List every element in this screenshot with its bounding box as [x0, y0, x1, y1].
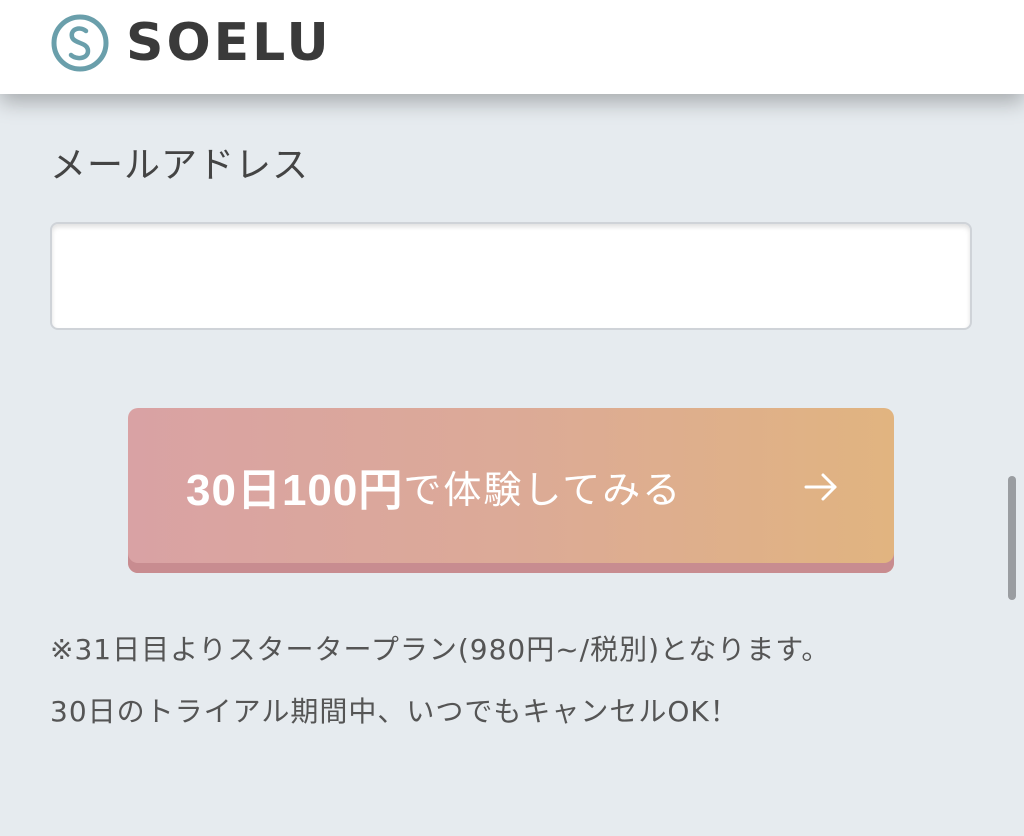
email-field[interactable] [50, 222, 972, 330]
trial-signup-button[interactable]: 30日100円 で体験してみる [128, 408, 894, 573]
logo[interactable]: SOELU [50, 12, 332, 74]
email-label: メールアドレス [50, 145, 310, 186]
arrow-right-icon [804, 473, 837, 501]
soelu-logo-icon [51, 14, 109, 72]
cancel-notice: 30日のトライアル期間中、いつでもキャンセルOK！ [50, 695, 739, 728]
cta-price-text: 30日100円 [186, 466, 404, 515]
site-header: SOELU [0, 0, 1024, 94]
plan-notice: ※31日目よりスタータープラン(980円~/税別)となります。 [50, 633, 831, 666]
logo-text: SOELU [126, 13, 332, 73]
cta-action-text: で体験してみる [403, 469, 683, 512]
scrollbar-thumb[interactable] [1008, 476, 1016, 600]
